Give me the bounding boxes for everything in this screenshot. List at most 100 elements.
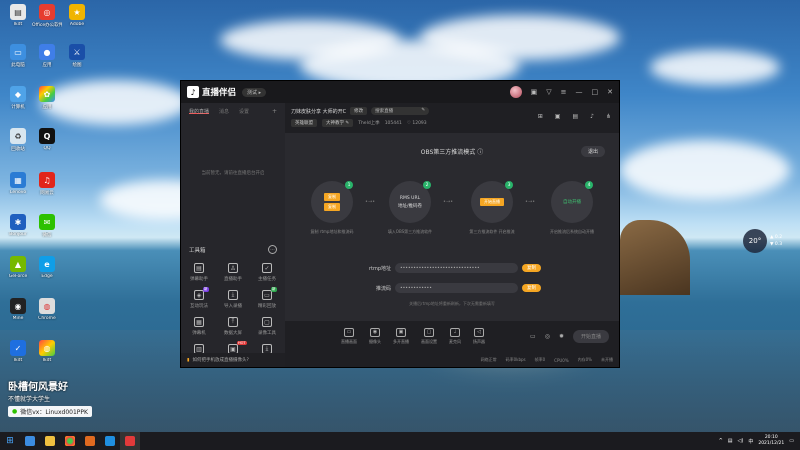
board-icon: ▦ bbox=[194, 317, 204, 327]
tab-my-live[interactable]: 我的直播 bbox=[189, 108, 210, 115]
edit-button[interactable]: 修改 bbox=[350, 107, 368, 115]
desktop-icon[interactable]: Q QQ bbox=[32, 128, 62, 151]
start-button[interactable]: ⊞ bbox=[0, 432, 20, 450]
network-icon[interactable]: ▤ bbox=[728, 438, 733, 444]
tool-danmaku-machine[interactable]: ▦ 弹幕机 bbox=[182, 317, 216, 336]
tool-record[interactable]: ▢ 录像工具 bbox=[250, 317, 284, 336]
tab-settings[interactable]: 设置 bbox=[239, 108, 249, 115]
desktop-icon[interactable]: ♫ 网易云 bbox=[32, 172, 62, 196]
desktop-icon[interactable]: ✓ Ikdt bbox=[3, 340, 33, 363]
live-screen-button[interactable]: ▭ 直播画面 bbox=[341, 327, 357, 345]
desktop-icon[interactable]: ♻ 回收站 bbox=[3, 128, 33, 152]
clock[interactable]: 20:10 2021/12/21 bbox=[758, 435, 784, 447]
notification-icon[interactable]: ▭ bbox=[789, 438, 794, 444]
bell-icon[interactable]: ♪ bbox=[590, 113, 594, 120]
game-icon: ◈ bbox=[194, 290, 204, 300]
camera-button[interactable]: ◉ 摄像头 bbox=[369, 327, 381, 345]
phone-camera-tip[interactable]: ▮ 如何把手机放成直播摄像头? bbox=[181, 353, 285, 367]
stream-key-input[interactable]: •••••••••••• bbox=[395, 283, 518, 293]
tool-anchor-task[interactable]: ✓ 主播任务 bbox=[250, 263, 284, 282]
volume-icon[interactable]: ◁) bbox=[738, 438, 744, 444]
desktop-icon[interactable]: ◎ Office办公软件 bbox=[32, 4, 62, 28]
eye-icon[interactable]: ◎ bbox=[545, 333, 550, 340]
cart-icon[interactable]: ▣ bbox=[555, 113, 561, 120]
taskbar-app[interactable] bbox=[120, 432, 140, 450]
meta-info: Theld上季 bbox=[358, 121, 380, 126]
tool-live-assistant[interactable]: ♙ 直播助手 bbox=[216, 263, 250, 282]
tool-data-screen[interactable]: ⤒ 数据大屏 bbox=[216, 317, 250, 336]
layout-icon[interactable]: ▤ bbox=[572, 113, 578, 120]
arrow-icon: •→• bbox=[443, 199, 454, 205]
desktop-icon[interactable]: ◆ 计算机 bbox=[3, 86, 33, 110]
exit-button[interactable]: 退出 bbox=[580, 146, 605, 157]
more-icon[interactable]: ··· bbox=[268, 245, 277, 254]
refresh-hint: 关播后rtmp地址将重新刷新，下次无需重新填写 bbox=[409, 301, 495, 306]
taskbar-app[interactable] bbox=[40, 432, 60, 450]
toolbox-title: 工具箱 bbox=[189, 247, 206, 254]
arrow-icon: •→• bbox=[525, 199, 536, 205]
speaker-button[interactable]: ◁ 扬声器 bbox=[473, 327, 485, 345]
desktop-icon[interactable]: ▦ Lenovo bbox=[3, 172, 33, 195]
rock-cliff bbox=[620, 220, 690, 295]
screen-settings-button[interactable]: ▢ 画面设置 bbox=[421, 327, 437, 345]
watermark: 卧槽何风景好 不懂就学大学生 ● 微信vx：Linuxd001PPK bbox=[8, 378, 138, 417]
desktop-icon[interactable]: ▭ 此电脑 bbox=[3, 44, 33, 68]
gear-icon[interactable]: ✹ bbox=[559, 333, 564, 340]
add-icon[interactable]: + bbox=[272, 108, 277, 115]
taskbar-app[interactable] bbox=[100, 432, 120, 450]
close-icon[interactable]: ✕ bbox=[607, 88, 613, 96]
desktop-icon[interactable]: ◍ Ikdt bbox=[32, 340, 62, 363]
menu-icon[interactable]: ≡ bbox=[561, 88, 567, 96]
minimize-icon[interactable]: — bbox=[576, 88, 583, 96]
mic-button[interactable]: ♩ 麦克风 bbox=[449, 327, 461, 345]
desktop-icon[interactable]: ⚔ 绘图 bbox=[62, 44, 92, 68]
ime-icon[interactable]: 中 bbox=[748, 438, 753, 445]
desktop-icon[interactable]: ▲ GeForce bbox=[3, 256, 33, 279]
tool-replay[interactable]: 新 ▭ 精彩回放 bbox=[250, 287, 284, 309]
tool-import[interactable]: ⤓ 导入录播 bbox=[216, 290, 250, 309]
desktop-icon[interactable]: ✱ Bonjour bbox=[3, 214, 33, 237]
shirt-icon[interactable]: ▽ bbox=[546, 88, 551, 96]
obs-mode-title: OBS第三方推流模式 ⓘ bbox=[420, 149, 484, 156]
control-bar: ▭ 直播画面 ◉ 摄像头 ▣ 多开直播 ▢ 画面设置 ♩ 麦克风 ◁ 扬声器 ▭ ◎ ✹ 开… bbox=[285, 321, 619, 351]
tab-messages[interactable]: 消息 bbox=[219, 108, 229, 115]
chevron-up-icon[interactable]: ^ bbox=[719, 438, 723, 444]
go-live-button[interactable]: 开始直播 bbox=[572, 330, 609, 343]
rtmp-input[interactable]: •••••••••••••••••••••••••••••• bbox=[395, 263, 518, 273]
subcategory-tag[interactable]: 大神教学 ✎ bbox=[322, 119, 354, 127]
step-caption: 开启推流后系统自动开播 bbox=[550, 229, 594, 234]
desktop-icon[interactable]: ◍ Chrome bbox=[32, 298, 62, 321]
desktop-icon[interactable]: ◉ Mine bbox=[3, 298, 33, 321]
desktop-icon[interactable]: ● 应用 bbox=[32, 44, 62, 68]
copy-rtmp-button[interactable]: 复制 bbox=[522, 264, 541, 272]
gift-icon[interactable]: ⊞ bbox=[538, 113, 543, 120]
weather-widget[interactable]: 20° ▲ 0.2 ▼ 0.3 bbox=[743, 228, 793, 254]
desktop-icon[interactable]: ✿ 应用 bbox=[32, 86, 62, 110]
tool-danmaku-assistant[interactable]: ▤ 弹幕助手 bbox=[182, 263, 216, 282]
share-icon[interactable]: ⋔ bbox=[606, 113, 611, 120]
taskbar-app[interactable] bbox=[20, 432, 40, 450]
fans-count: ♡ 12093 bbox=[406, 120, 427, 126]
taskbar-app[interactable] bbox=[80, 432, 100, 450]
version-badge[interactable]: 测试 ▸ bbox=[242, 87, 267, 97]
wechat-icon: ● bbox=[12, 408, 18, 415]
avatar[interactable] bbox=[509, 86, 522, 98]
category-tag[interactable]: 英雄联盟 bbox=[291, 119, 317, 127]
desktop-icon[interactable]: ▤ Ikdt bbox=[3, 4, 33, 27]
main-area: 刀妹皮肤分享 大师的开C 修改 搜索直播 ✎ 英雄联盟 大神教学 ✎ Theld上… bbox=[285, 103, 619, 367]
help-icon: ⓘ bbox=[477, 149, 484, 156]
step-copy: 1 复制 复制 bbox=[311, 181, 353, 223]
maximize-icon[interactable]: □ bbox=[592, 88, 599, 96]
toolbox-grid: ▤ 弹幕助手 ♙ 直播助手 ✓ 主播任务 新 ◈ 互动玩法 ⤓ 导入录播 新 ▭ 精彩回放 ▦ 弹… bbox=[181, 263, 285, 357]
message-icon[interactable]: ▣ bbox=[531, 88, 538, 96]
multi-live-button[interactable]: ▣ 多开直播 bbox=[393, 327, 409, 345]
copy-key-button[interactable]: 复制 bbox=[522, 284, 541, 292]
taskbar-app[interactable] bbox=[60, 432, 80, 450]
tool-interactive[interactable]: 新 ◈ 互动玩法 bbox=[182, 287, 216, 309]
desktop-icon[interactable]: ★ Adobe bbox=[62, 4, 92, 27]
desktop-icon[interactable]: ✉ 微信 bbox=[32, 214, 62, 238]
record-icon[interactable]: ▭ bbox=[530, 333, 536, 340]
search-box[interactable]: 搜索直播 ✎ bbox=[371, 107, 430, 115]
windows-icon: ⊞ bbox=[6, 436, 14, 446]
desktop-icon[interactable]: e Edge bbox=[32, 256, 62, 279]
